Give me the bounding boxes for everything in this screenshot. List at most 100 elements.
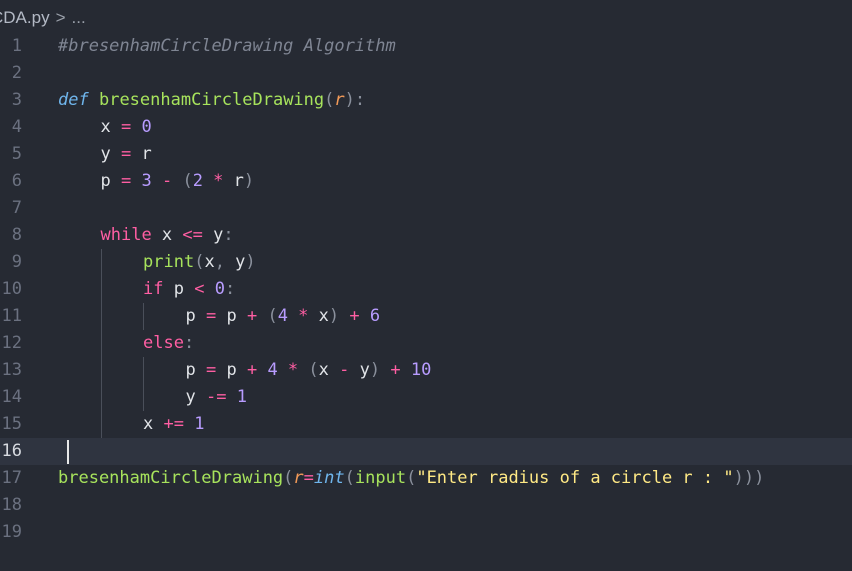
code-line[interactable]: 4 x = 0 [0, 114, 852, 141]
code-line[interactable]: 10 if p < 0: [0, 276, 852, 303]
line-number: 3 [11, 90, 22, 110]
code-token: x [151, 225, 183, 245]
code-token: p [185, 306, 196, 326]
code-token: 3 [141, 171, 152, 191]
code-token: bresenhamCircleDrawing [98, 90, 325, 110]
code-token: 0 [141, 117, 152, 137]
line-number: 12 [1, 333, 22, 353]
code-token: <= [182, 225, 203, 245]
code-token: ( [406, 468, 417, 488]
code-line[interactable]: 15 x += 1 [0, 411, 852, 438]
indent-guide [143, 384, 144, 411]
indent-guide [100, 357, 102, 384]
code-text: y -= 1 [186, 384, 247, 411]
line-number: 2 [11, 63, 22, 83]
code-line[interactable]: 19 [0, 519, 852, 546]
code-token: -= [195, 387, 237, 407]
code-token: * [287, 306, 319, 326]
line-number: 7 [11, 198, 22, 218]
indent-guide [100, 276, 102, 303]
code-token: + [236, 360, 268, 380]
code-token: 10 [410, 360, 432, 380]
indent-guide [100, 384, 102, 411]
line-number: 13 [1, 360, 22, 380]
code-token: * [202, 171, 234, 191]
indent-guide [100, 330, 102, 357]
code-token: ( [182, 171, 193, 191]
code-text: p = p + 4 * (x - y) + 10 [186, 357, 432, 384]
code-token: ) [328, 306, 340, 326]
code-token: if [143, 279, 164, 299]
code-token: = [195, 360, 227, 380]
code-token: p [226, 360, 237, 380]
breadcrumb-more[interactable]: ... [72, 8, 86, 28]
code-token: + [380, 360, 411, 380]
line-number: 10 [1, 279, 22, 299]
code-line[interactable]: 17 bresenhamCircleDrawing(r=int(input("En… [0, 465, 852, 492]
code-token: : [183, 333, 195, 353]
code-token: ) [243, 171, 255, 191]
code-line[interactable]: 11 p = p + (4 * x) + 6 [0, 303, 852, 330]
code-token: y [235, 252, 246, 272]
code-line[interactable]: 6 p = 3 - (2 * r) [0, 168, 852, 195]
line-number: 14 [1, 387, 22, 407]
code-line[interactable]: 8 while x <= y: [0, 222, 852, 249]
line-number: 6 [11, 171, 22, 191]
code-token: x [100, 117, 111, 137]
code-token: p [163, 279, 195, 299]
code-line[interactable]: 13 p = p + 4 * (x - y) + 10 [0, 357, 852, 384]
code-token: : [224, 279, 236, 299]
code-token: * [277, 360, 309, 380]
code-line[interactable]: 18 [0, 492, 852, 519]
code-line[interactable]: 12 else: [0, 330, 852, 357]
indent-guide [100, 249, 102, 276]
code-token: p [226, 306, 237, 326]
code-line[interactable]: 9 print(x, y) [0, 249, 852, 276]
code-token: p [185, 360, 196, 380]
code-token: bresenhamCircleDrawing [58, 468, 284, 488]
line-number: 8 [11, 225, 22, 245]
line-number: 18 [1, 495, 22, 515]
code-token: ( [308, 360, 319, 380]
line-number: 5 [11, 144, 22, 164]
breadcrumb-file[interactable]: CDA.py [0, 8, 50, 28]
code-line[interactable]: 5 y = r [0, 141, 852, 168]
code-token: input [354, 468, 407, 488]
code-token: ): [344, 90, 366, 110]
code-token: ) [369, 360, 381, 380]
code-token: 0 [214, 279, 225, 299]
line-number: 1 [11, 36, 22, 56]
code-token: while [100, 225, 152, 245]
code-token: def [58, 90, 89, 110]
breadcrumb-chevron-icon: > [55, 7, 66, 27]
code-token: r [334, 90, 345, 110]
code-editor[interactable]: CDA.py > ... 1 #bresenhamCircleDrawing Al… [0, 0, 852, 571]
code-token: else [143, 333, 184, 353]
code-token: = [303, 468, 314, 488]
code-token: , [214, 252, 236, 272]
line-number: 9 [11, 252, 22, 272]
code-token: < [194, 279, 205, 299]
code-text: y = r [101, 141, 152, 168]
code-line[interactable]: 3 def bresenhamCircleDrawing(r): [0, 87, 852, 114]
code-line[interactable]: 16 [0, 438, 852, 465]
line-number: 15 [1, 414, 22, 434]
code-token: ) [245, 252, 256, 272]
code-token: += [153, 414, 195, 434]
code-text: #bresenhamCircleDrawing Algorithm [58, 33, 396, 60]
code-line[interactable]: 7 [0, 195, 852, 222]
code-token: 2 [192, 171, 203, 191]
line-number: 16 [1, 441, 22, 461]
code-area[interactable]: 1 #bresenhamCircleDrawing Algorithm 2 3 def … [0, 33, 852, 546]
code-line[interactable]: 1 #bresenhamCircleDrawing Algorithm [0, 33, 852, 60]
code-token: ( [344, 468, 355, 488]
code-token: + [236, 306, 268, 326]
code-token: r [233, 171, 244, 191]
code-token: ( [324, 90, 335, 110]
code-token: x [204, 252, 215, 272]
code-line[interactable]: 2 [0, 60, 852, 87]
code-line[interactable]: 14 y -= 1 [0, 384, 852, 411]
code-token: - [151, 171, 183, 191]
